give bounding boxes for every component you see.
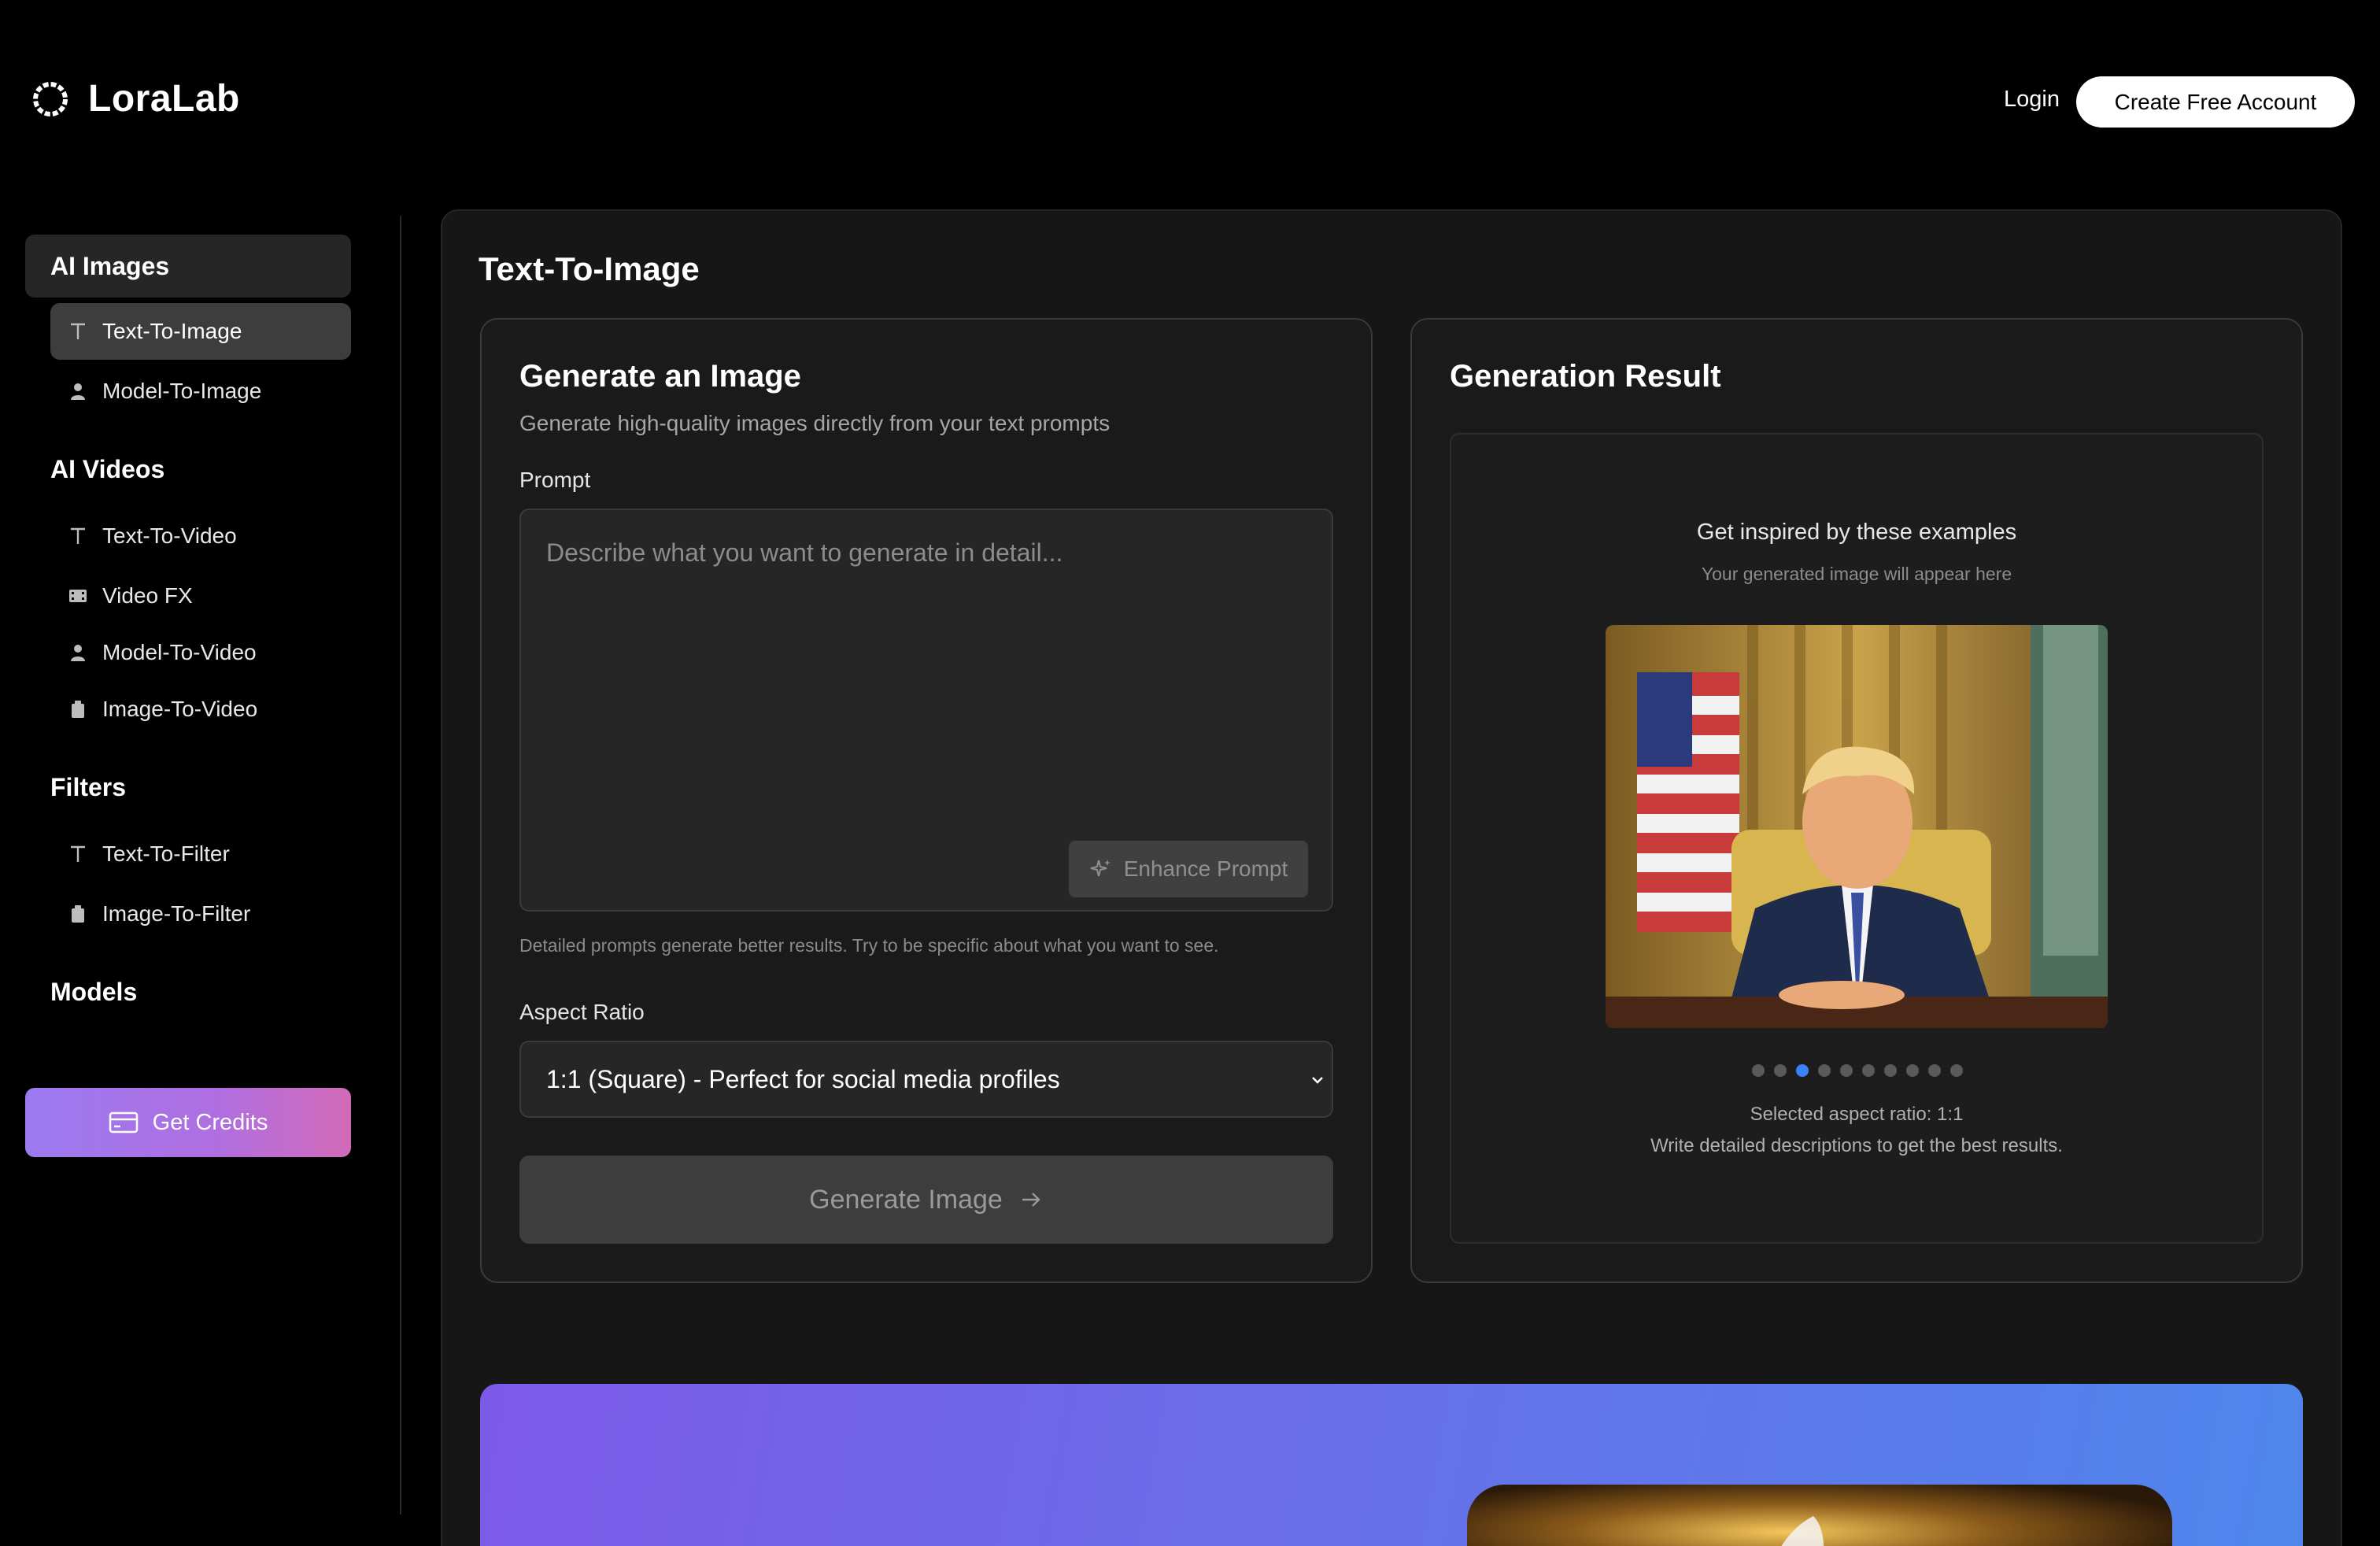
- sparkle-icon: [1090, 860, 1111, 877]
- example-image-art: [1606, 625, 2108, 1028]
- promo-banner: [480, 1384, 2303, 1546]
- get-credits-label: Get Credits: [152, 1109, 268, 1135]
- text-icon: [68, 844, 88, 864]
- logo-text: LoraLab: [88, 78, 240, 120]
- sidebar-section-ai-images[interactable]: AI Images: [25, 235, 351, 298]
- prompt-helper-text: Detailed prompts generate better results…: [519, 935, 1219, 956]
- carousel-dot[interactable]: [1840, 1064, 1853, 1077]
- film-icon: [68, 586, 88, 606]
- sidebar-item-text-to-image[interactable]: Text-To-Image: [50, 303, 351, 360]
- carousel-dot[interactable]: [1818, 1064, 1831, 1077]
- carousel-dot[interactable]: [1862, 1064, 1875, 1077]
- create-account-button[interactable]: Create Free Account: [2076, 76, 2355, 128]
- carousel-dot[interactable]: [1884, 1064, 1897, 1077]
- login-link[interactable]: Login: [2004, 87, 2060, 113]
- example-image[interactable]: [1606, 625, 2108, 1028]
- text-icon: [68, 526, 88, 546]
- sidebar-item-label: Text-To-Video: [102, 523, 237, 548]
- carousel-dot[interactable]: [1950, 1064, 1963, 1077]
- image-icon: [68, 904, 88, 924]
- credit-card-icon: [109, 1111, 138, 1134]
- sidebar-item-image-to-filter[interactable]: Image-To-Filter: [50, 886, 351, 942]
- image-icon: [68, 699, 88, 719]
- person-icon: [68, 381, 88, 401]
- text-icon: [68, 321, 88, 342]
- promo-image-art: [1467, 1485, 2172, 1546]
- sidebar-section-models[interactable]: Models: [50, 978, 137, 1007]
- sidebar-item-label: Model-To-Video: [102, 640, 257, 664]
- inspire-title: Get inspired by these examples: [1696, 520, 2017, 545]
- sidebar-item-label: Text-To-Image: [102, 319, 242, 343]
- generate-card-subtitle: Generate high-quality images directly fr…: [519, 411, 1111, 435]
- prompt-label: Prompt: [519, 468, 591, 492]
- sidebar-section-ai-videos[interactable]: AI Videos: [50, 455, 164, 484]
- sidebar-item-image-to-video[interactable]: Image-To-Video: [50, 681, 351, 738]
- chevron-down-icon: [1312, 1077, 1323, 1084]
- sidebar-divider: [400, 216, 401, 1515]
- inspire-subtitle: Your generated image will appear here: [1701, 564, 2012, 584]
- generate-image-button[interactable]: Generate Image: [519, 1156, 1333, 1244]
- carousel-dot[interactable]: [1906, 1064, 1919, 1077]
- generate-image-label: Generate Image: [809, 1184, 1003, 1215]
- enhance-prompt-button[interactable]: Enhance Prompt: [1069, 841, 1308, 897]
- carousel-dots: [1752, 1064, 1963, 1077]
- aspect-ratio-value: 1:1 (Square) - Perfect for social media …: [546, 1064, 1060, 1093]
- get-credits-button[interactable]: Get Credits: [25, 1088, 351, 1157]
- result-tip-note: Write detailed descriptions to get the b…: [1650, 1135, 2063, 1156]
- selected-aspect-note: Selected aspect ratio: 1:1: [1750, 1104, 1964, 1125]
- sidebar-section-filters[interactable]: Filters: [50, 773, 126, 802]
- sidebar-item-label: Image-To-Video: [102, 697, 258, 721]
- prompt-placeholder: Describe what you want to generate in de…: [546, 538, 1063, 567]
- aspect-ratio-label: Aspect Ratio: [519, 1000, 645, 1024]
- result-card-title: Generation Result: [1450, 359, 1721, 394]
- sidebar-item-label: Image-To-Filter: [102, 901, 251, 926]
- top-header: LoraLab Login Create Free Account: [0, 0, 2380, 205]
- carousel-dot-active[interactable]: [1796, 1064, 1809, 1077]
- page-title: Text-To-Image: [479, 250, 700, 287]
- sidebar-item-label: Video FX: [102, 583, 193, 608]
- prompt-input[interactable]: Describe what you want to generate in de…: [519, 509, 1333, 912]
- carousel-dot[interactable]: [1774, 1064, 1787, 1077]
- carousel-dot[interactable]: [1928, 1064, 1941, 1077]
- arrow-right-icon: [1022, 1193, 1040, 1207]
- sidebar-item-label: Model-To-Image: [102, 379, 262, 403]
- sidebar-item-video-fx[interactable]: Video FX: [50, 568, 351, 624]
- generate-card-title: Generate an Image: [519, 359, 801, 394]
- promo-image: [1467, 1485, 2172, 1546]
- enhance-prompt-label: Enhance Prompt: [1123, 856, 1288, 881]
- aspect-ratio-select[interactable]: 1:1 (Square) - Perfect for social media …: [519, 1041, 1333, 1118]
- sidebar-item-label: Text-To-Filter: [102, 841, 230, 866]
- person-icon: [68, 642, 88, 663]
- sidebar-item-text-to-filter[interactable]: Text-To-Filter: [50, 826, 351, 882]
- sidebar-item-model-to-image[interactable]: Model-To-Image: [50, 363, 351, 420]
- sidebar-item-text-to-video[interactable]: Text-To-Video: [50, 508, 351, 564]
- logo-ring-icon: [33, 81, 68, 117]
- carousel-dot[interactable]: [1752, 1064, 1765, 1077]
- sidebar-item-model-to-video[interactable]: Model-To-Video: [50, 624, 351, 681]
- logo[interactable]: LoraLab: [30, 77, 240, 120]
